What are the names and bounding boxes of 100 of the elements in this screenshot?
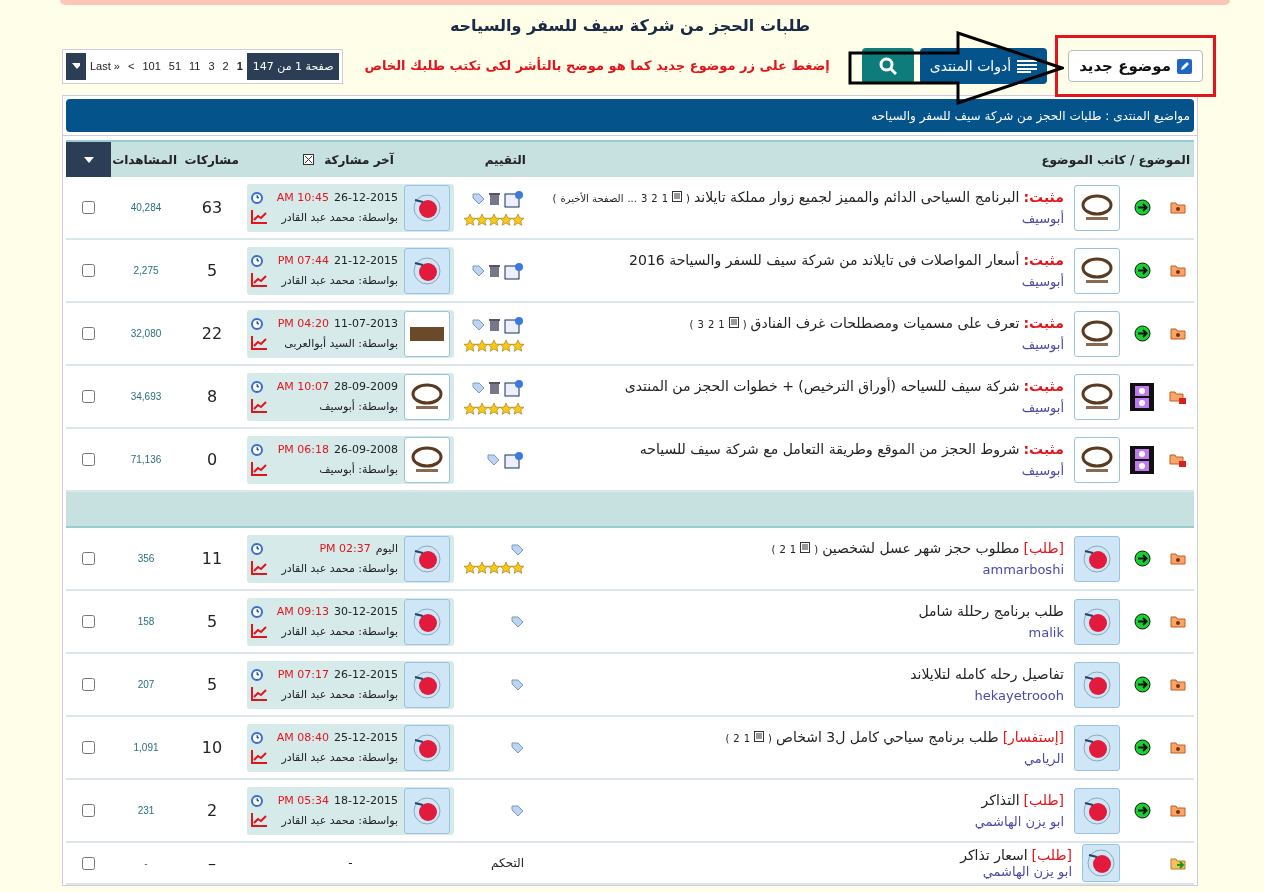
- view-count: 231: [137, 805, 155, 816]
- new-topic-button[interactable]: موضوع جديد: [1068, 50, 1203, 82]
- trend-chart-icon[interactable]: [251, 336, 267, 350]
- topic-prefix: [طلب]: [1023, 792, 1064, 808]
- page-link[interactable]: 1: [661, 193, 669, 204]
- arrow-circle-icon: [1133, 676, 1151, 693]
- topic-title-link[interactable]: طلب برنامج رحللة شامل: [918, 603, 1064, 619]
- page-link[interactable]: 3: [641, 193, 648, 204]
- reply-count: 10: [201, 738, 223, 757]
- post-date: اليوم: [375, 542, 398, 555]
- forum-title: طلبات الحجز من شركة سيف للسفر والسياحه: [448, 15, 812, 37]
- arrow-circle-icon: [1133, 325, 1151, 342]
- topic-title-link[interactable]: شركة سيف للسياحه (أوراق الترخيص) + خطوات الحجز من المنتدى: [624, 378, 1020, 394]
- author-link[interactable]: hekayetroooh: [910, 688, 1064, 703]
- elephant-avatar: [1074, 535, 1120, 582]
- tag-icon: [511, 678, 524, 691]
- logo-avatar: [1074, 184, 1120, 231]
- trend-chart-icon[interactable]: [251, 561, 267, 575]
- page-link[interactable]: 1: [789, 544, 797, 555]
- topic-title-link[interactable]: أسعار المواصلات فى تايلاند من شركة سيف للسفر والسياحة 2016: [629, 252, 1020, 268]
- select-checkbox[interactable]: [82, 741, 95, 754]
- select-checkbox[interactable]: [82, 615, 95, 628]
- page-link[interactable]: 1: [743, 733, 751, 744]
- select-checkbox[interactable]: [82, 453, 95, 466]
- select-checkbox[interactable]: [82, 678, 95, 691]
- trash-icon[interactable]: [489, 192, 500, 205]
- note-edit-icon[interactable]: [504, 189, 524, 208]
- page-link[interactable]: 51: [164, 52, 185, 80]
- trend-chart-icon[interactable]: [251, 813, 267, 827]
- page-link[interactable]: <: [123, 52, 139, 80]
- topic-title-link[interactable]: التذاكر: [981, 792, 1020, 808]
- post-date: 11-07-2013: [334, 317, 398, 330]
- column-header[interactable]: مشاركات: [181, 152, 243, 167]
- page-link[interactable]: 2: [218, 52, 233, 80]
- elephant-avatar: [1074, 787, 1120, 834]
- column-header[interactable]: الموضوع / كاتب الموضوع: [530, 152, 1194, 167]
- column-header[interactable]: التقييم: [458, 152, 530, 167]
- topic-title-link[interactable]: مطلوب حجز شهر عسل لشخصين: [822, 540, 1020, 556]
- page-link[interactable]: 3: [697, 319, 704, 330]
- topic-title-link[interactable]: طلب برنامج سياحي كامل ل3 اشخاص: [776, 729, 999, 745]
- select-checkbox[interactable]: [82, 201, 95, 214]
- note-edit-icon[interactable]: [504, 315, 524, 334]
- trend-chart-icon[interactable]: [251, 399, 267, 413]
- page-link[interactable]: 3: [204, 52, 219, 80]
- post-date: 30-12-2015: [334, 605, 398, 618]
- trend-chart-icon[interactable]: [251, 462, 267, 476]
- topic-title-link[interactable]: تفاصيل رحله كامله لتلايلاند: [910, 666, 1064, 682]
- author-link[interactable]: أبوسيف: [624, 400, 1064, 415]
- star-icon: [488, 402, 500, 415]
- posted-by: بواسطة: محمد عبد القادر: [281, 273, 398, 287]
- select-menu-button[interactable]: [66, 142, 111, 177]
- select-checkbox[interactable]: [82, 327, 95, 340]
- author-link[interactable]: أبوسيف: [639, 463, 1064, 478]
- author-link[interactable]: أبوسيف: [629, 274, 1064, 289]
- page-link[interactable]: 101: [138, 52, 165, 80]
- topic-title-link[interactable]: تعرف على مسميات ومصطلحات غرف الفنادق: [750, 315, 1020, 331]
- page-link[interactable]: 2: [707, 319, 715, 330]
- topic-prefix: [طلب]: [1031, 847, 1072, 863]
- note-edit-icon[interactable]: [504, 450, 524, 469]
- page-link[interactable]: Last »: [86, 52, 124, 80]
- author-link[interactable]: أبوسيف: [552, 211, 1064, 226]
- author-link[interactable]: ابو يزن الهاشمي: [960, 864, 1072, 879]
- trash-icon[interactable]: [489, 264, 500, 277]
- column-header[interactable]: آخر مشاركة: [320, 152, 398, 167]
- column-header[interactable]: المشاهدات: [111, 152, 181, 167]
- elephant-avatar: [404, 247, 450, 294]
- trash-icon[interactable]: [489, 318, 500, 331]
- author-link[interactable]: ابو يزن الهاشمي: [974, 814, 1064, 829]
- author-link[interactable]: الريامي: [725, 751, 1064, 766]
- page-link[interactable]: 11: [185, 52, 205, 80]
- page-link[interactable]: 2: [779, 544, 786, 555]
- trend-chart-icon[interactable]: [251, 210, 267, 224]
- topic-title-link[interactable]: شروط الحجز من الموقع وطريقة التعامل مع شركة سيف للسياحه: [639, 441, 1020, 457]
- topic-title-link[interactable]: اسعار تذاكر: [960, 847, 1028, 863]
- select-checkbox[interactable]: [82, 552, 95, 565]
- pagination-menu-button[interactable]: [66, 52, 86, 80]
- select-checkbox[interactable]: [82, 264, 95, 277]
- last-page-link[interactable]: الصفحة الأخيرة: [560, 193, 624, 204]
- page-link[interactable]: 1: [718, 319, 725, 330]
- trend-chart-icon[interactable]: [251, 273, 267, 287]
- author-link[interactable]: أبوسيف: [689, 337, 1064, 352]
- note-edit-icon[interactable]: [504, 378, 524, 397]
- page-link[interactable]: 2: [733, 733, 740, 744]
- trash-icon[interactable]: [489, 381, 500, 394]
- trend-chart-icon[interactable]: [251, 687, 267, 701]
- note-edit-icon[interactable]: [504, 261, 524, 280]
- trend-chart-icon[interactable]: [251, 750, 267, 764]
- photo-placeholder: [404, 310, 450, 357]
- trend-chart-icon[interactable]: [251, 624, 267, 638]
- author-link[interactable]: malik: [918, 625, 1064, 640]
- author-link[interactable]: ammarboshi: [771, 562, 1064, 577]
- select-checkbox[interactable]: [82, 390, 95, 403]
- folder-icon: [1170, 804, 1186, 817]
- post-time: PM 02:37: [319, 542, 371, 555]
- topic-title-link[interactable]: البرنامج السياحى الدائم والمميز لجميع زوار مملكة تايلاند: [694, 189, 1020, 205]
- folder-lock-icon: [1169, 451, 1187, 468]
- select-checkbox[interactable]: [82, 804, 95, 817]
- topic-prefix: مثبت:: [1023, 252, 1064, 268]
- select-checkbox[interactable]: [82, 856, 95, 870]
- page-link[interactable]: 2: [651, 193, 658, 204]
